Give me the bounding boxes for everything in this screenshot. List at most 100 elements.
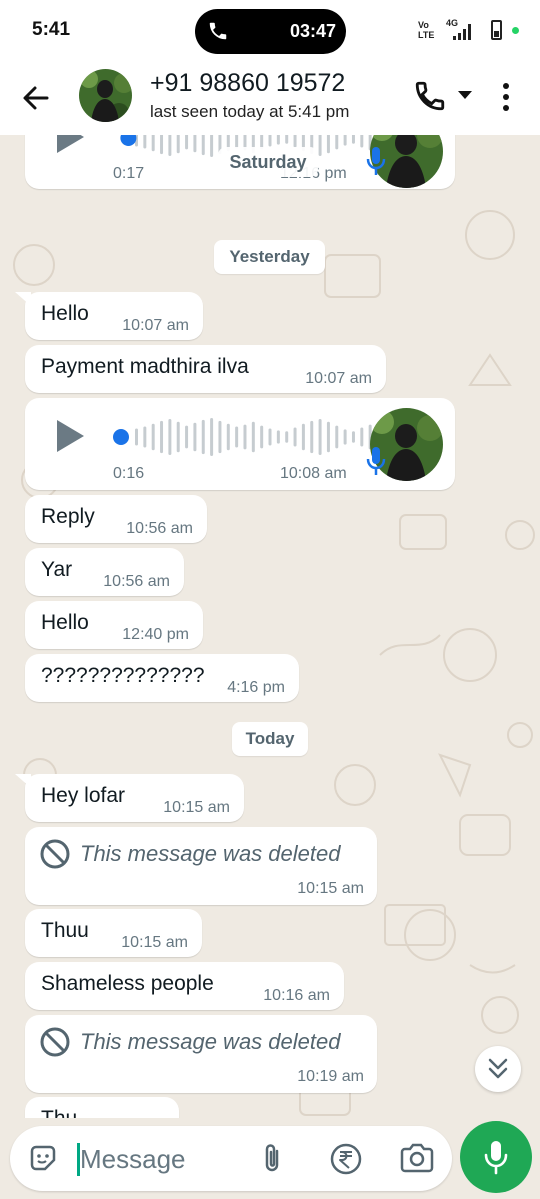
double-chevron-down-icon: [488, 1058, 508, 1079]
privacy-indicator-dot: [512, 27, 519, 34]
call-duration: 03:47: [289, 21, 336, 41]
play-icon[interactable]: [55, 135, 85, 154]
rupee-icon[interactable]: [329, 1142, 363, 1176]
message-text: ??????????????: [41, 664, 205, 687]
incoming-message[interactable]: Hey lofar 10:15 am: [15, 774, 244, 822]
waveform-bar: [335, 135, 339, 150]
message-text: Payment madthira ilva: [41, 355, 249, 378]
deleted-message[interactable]: This message was deleted 10:19 am: [25, 1015, 377, 1093]
mic-icon: [366, 447, 386, 475]
waveform-bar: [285, 431, 289, 443]
waveform-bar: [160, 420, 164, 454]
deleted-message[interactable]: This message was deleted 10:15 am: [25, 827, 377, 905]
waveform-bar: [276, 135, 280, 145]
incoming-message[interactable]: Shameless people 10:16 am: [25, 962, 344, 1010]
waveform-bar: [226, 423, 230, 451]
message-time: 10:08 am: [280, 465, 347, 482]
waveform-bar: [310, 420, 314, 454]
more-vert-icon[interactable]: [500, 82, 512, 112]
sticker-emoji-icon[interactable]: [27, 1142, 59, 1174]
phone-icon: [209, 22, 227, 40]
message-time: 10:15 am: [297, 880, 364, 897]
floating-date-label: Saturday: [218, 147, 318, 177]
message-text: Hello: [41, 302, 89, 325]
bubble-tail: [15, 292, 31, 306]
message-input-bar[interactable]: [10, 1126, 452, 1191]
message-text: Thu: [41, 1107, 77, 1118]
incoming-message[interactable]: Hello 12:40 pm: [25, 601, 203, 649]
message-time: 10:15 am: [121, 934, 188, 951]
message-time: 10:07 am: [122, 317, 189, 334]
waveform-bar: [326, 135, 330, 154]
dropdown-caret-icon[interactable]: [458, 90, 472, 100]
waveform-bar: [210, 135, 214, 157]
waveform-bar: [193, 422, 197, 452]
message-time: 10:15 am: [163, 799, 230, 816]
message-time: 4:16 pm: [227, 679, 285, 696]
contact-avatar[interactable]: [79, 69, 132, 122]
date-divider: Yesterday: [214, 240, 325, 274]
waveform-bar: [268, 135, 272, 147]
waveform-bar: [201, 419, 205, 455]
waveform-bar: [176, 135, 180, 154]
voice-duration: 0:16: [113, 465, 145, 482]
message-text: Thuu: [41, 919, 89, 942]
message-time: 10:16 am: [263, 987, 330, 1004]
scroll-to-bottom-button[interactable]: [475, 1046, 521, 1092]
message-composer: [0, 1118, 540, 1199]
ongoing-call-pill[interactable]: 03:47: [195, 9, 346, 54]
message-text: Hello: [41, 611, 89, 634]
bubble-tail: [15, 774, 31, 788]
volte-indicator: Vo LTE: [418, 20, 435, 40]
waveform-bar: [360, 135, 364, 148]
waveform-bar: [351, 135, 355, 144]
date-divider: Today: [232, 722, 308, 756]
incoming-message[interactable]: ?????????????? 4:16 pm: [25, 654, 299, 702]
waveform-bar: [326, 421, 330, 453]
playback-position-dot[interactable]: [120, 135, 137, 146]
paperclip-icon[interactable]: [258, 1142, 286, 1176]
waveform-bar: [201, 135, 205, 156]
play-icon[interactable]: [55, 419, 85, 453]
waveform-bar: [168, 418, 172, 456]
voice-message[interactable]: 0:16 10:08 am: [25, 398, 455, 490]
incoming-message[interactable]: Reply 10:56 am: [25, 495, 207, 543]
waveform-bar: [343, 429, 347, 445]
waveform-bar: [293, 427, 297, 447]
incoming-message[interactable]: Hello 10:07 am: [15, 292, 203, 340]
waveform-bar: [235, 426, 239, 448]
waveform-bar: [318, 135, 322, 157]
message-time: 10:56 am: [126, 520, 193, 537]
mic-icon: [484, 1141, 508, 1175]
playback-position-dot[interactable]: [113, 429, 129, 445]
contact-name[interactable]: +91 98860 19572: [150, 69, 345, 98]
waveform-bar: [268, 428, 272, 446]
message-text: Reply: [41, 505, 95, 528]
waveform-bar: [210, 418, 214, 456]
waveform-bar: [276, 430, 280, 444]
waveform-bar: [143, 135, 147, 149]
incoming-message[interactable]: Thuu 10:15 am: [25, 909, 202, 957]
waveform-bar: [185, 135, 189, 150]
camera-icon[interactable]: [399, 1142, 435, 1174]
message-list[interactable]: 0:17 12:16 pm Saturday Yesterday Hello 1…: [0, 135, 540, 1118]
waveform-bar: [135, 428, 138, 446]
record-voice-button[interactable]: [460, 1121, 532, 1193]
message-input[interactable]: [80, 1141, 250, 1177]
voice-waveform[interactable]: [113, 418, 375, 456]
incoming-message[interactable]: Thu: [25, 1097, 179, 1118]
waveform-bar: [193, 135, 197, 153]
waveform-bar: [151, 423, 155, 451]
voice-call-button[interactable]: [413, 79, 447, 113]
back-arrow-icon[interactable]: [20, 82, 52, 114]
waveform-bar: [351, 431, 355, 443]
waveform-bar: [335, 425, 339, 449]
message-text: Hey lofar: [41, 784, 126, 807]
ban-icon: [40, 839, 70, 869]
waveform-bar: [160, 135, 164, 155]
incoming-message[interactable]: Yar 10:56 am: [25, 548, 184, 596]
incoming-message[interactable]: Payment madthira ilva 10:07 am: [25, 345, 386, 393]
waveform-bar: [343, 135, 347, 146]
waveform-bar: [185, 425, 189, 449]
waveform-bar: [293, 135, 297, 148]
